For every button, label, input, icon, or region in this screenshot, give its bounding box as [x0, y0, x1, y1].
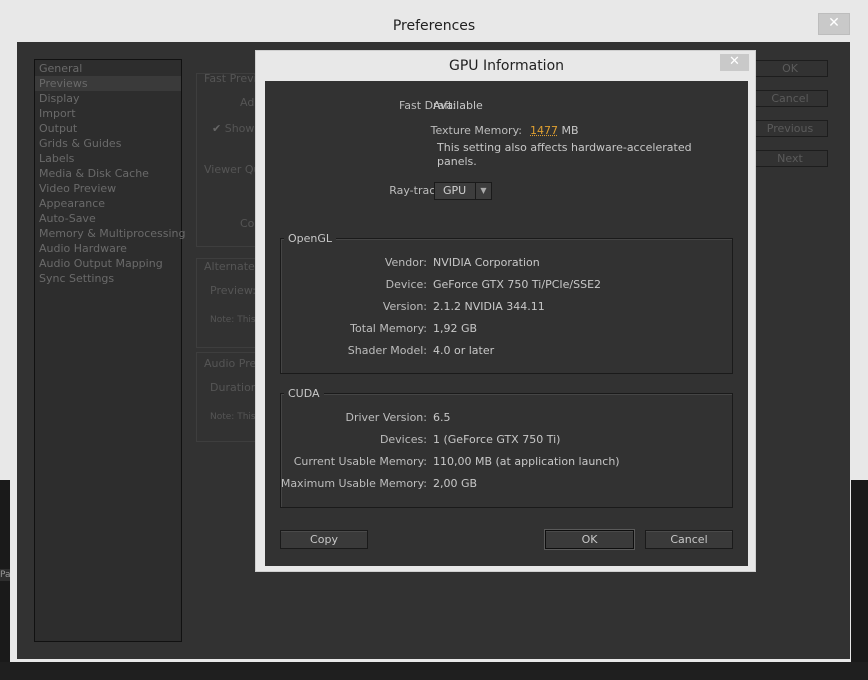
cuda-devices-value: 1 (GeForce GTX 750 Ti): [433, 433, 561, 446]
audio-duration-label: Duration: [210, 381, 258, 394]
viewer-col-label: Co: [240, 217, 255, 230]
fast-previews-label: Fast Previ: [204, 72, 257, 85]
sidebar-item-output[interactable]: Output: [39, 121, 77, 136]
opengl-total-memory-value: 1,92 GB: [433, 322, 478, 335]
cuda-driver-version-value: 6.5: [433, 411, 451, 424]
preferences-sidebar: General Previews Display Import Output G…: [34, 59, 185, 642]
sidebar-item-video-preview[interactable]: Video Preview: [39, 181, 116, 196]
sidebar-item-media-disk-cache[interactable]: Media & Disk Cache: [39, 166, 149, 181]
texture-memory-label: Texture Memory:: [430, 124, 522, 137]
fast-draft-value: Available: [433, 99, 483, 112]
background-panel-tab: Pa: [0, 569, 11, 581]
raytracing-label: Ray-tracing:: [389, 184, 456, 197]
gpu-dialog-title: GPU Information: [448, 58, 565, 74]
sidebar-item-previews[interactable]: Previews: [35, 76, 181, 91]
sidebar-item-labels[interactable]: Labels: [39, 151, 74, 166]
raytracing-select[interactable]: GPU ▼: [434, 182, 492, 200]
cuda-group-title: CUDA: [284, 387, 324, 400]
cuda-current-usable-memory-value: 110,00 MB (at application launch): [433, 455, 620, 468]
cuda-devices-label: Devices:: [379, 433, 427, 446]
audio-note: Note: This: [210, 412, 256, 422]
preferences-next-button[interactable]: Next: [752, 150, 828, 167]
opengl-version-value: 2.1.2 NVIDIA 344.11: [433, 300, 545, 313]
fast-previews-add-label: Ad: [240, 96, 255, 109]
app-bottom-edge: [0, 662, 868, 680]
ok-button[interactable]: OK: [544, 529, 635, 550]
opengl-shader-model-value: 4.0 or later: [433, 344, 495, 357]
alternate-preview-label: Preview:: [210, 284, 256, 297]
cuda-current-usable-memory-label: Current Usable Memory:: [293, 455, 427, 468]
copy-button[interactable]: Copy: [280, 530, 368, 549]
sidebar-item-memory-multiprocessing[interactable]: Memory & Multiprocessing: [39, 226, 185, 241]
texture-memory-value[interactable]: 1477: [530, 124, 558, 137]
chevron-down-icon[interactable]: ▼: [475, 183, 491, 199]
texture-memory-field[interactable]: 1477 MB: [530, 124, 579, 137]
opengl-vendor-value: NVIDIA Corporation: [433, 256, 540, 269]
raytracing-value: GPU: [443, 184, 467, 197]
opengl-vendor-label: Vendor:: [384, 256, 427, 269]
opengl-device-label: Device:: [385, 278, 427, 291]
texture-memory-note-line1: This setting also affects hardware-accel…: [437, 141, 692, 154]
sidebar-item-display[interactable]: Display: [39, 91, 80, 106]
opengl-version-label: Version:: [382, 300, 427, 313]
sidebar-item-audio-hardware[interactable]: Audio Hardware: [39, 241, 127, 256]
cancel-button[interactable]: Cancel: [645, 530, 733, 549]
sidebar-item-import[interactable]: Import: [39, 106, 76, 121]
preferences-close-button[interactable]: ✕: [818, 13, 850, 35]
gpu-dialog-close-button[interactable]: ✕: [720, 54, 749, 71]
sidebar-item-audio-output-mapping[interactable]: Audio Output Mapping: [39, 256, 163, 271]
preferences-ok-button[interactable]: OK: [752, 60, 828, 77]
sidebar-item-general[interactable]: General: [39, 61, 82, 76]
texture-memory-note-line2: panels.: [437, 155, 477, 168]
checkmark-icon: ✔: [212, 122, 222, 135]
opengl-device-value: GeForce GTX 750 Ti/PCIe/SSE2: [433, 278, 602, 291]
audio-preview-label: Audio Prev: [204, 357, 263, 370]
sidebar-item-auto-save[interactable]: Auto-Save: [39, 211, 96, 226]
sidebar-item-sync-settings[interactable]: Sync Settings: [39, 271, 114, 286]
cuda-driver-version-label: Driver Version:: [345, 411, 427, 424]
opengl-shader-model-label: Shader Model:: [347, 344, 427, 357]
sidebar-item-appearance[interactable]: Appearance: [39, 196, 105, 211]
sidebar-item-grids-guides[interactable]: Grids & Guides: [39, 136, 121, 151]
show-checkbox[interactable]: ✔ Show: [212, 122, 254, 135]
opengl-total-memory-label: Total Memory:: [350, 322, 427, 335]
app-right-edge: [851, 480, 868, 680]
preferences-previous-button[interactable]: Previous: [752, 120, 828, 137]
opengl-group-title: OpenGL: [284, 232, 337, 245]
alternate-label: Alternate: [204, 260, 255, 273]
cuda-maximum-usable-memory-value: 2,00 GB: [433, 477, 478, 490]
cuda-maximum-usable-memory-label: Maximum Usable Memory:: [280, 477, 427, 490]
preferences-title: Preferences: [392, 18, 476, 34]
show-checkbox-label: Show: [224, 122, 255, 135]
viewer-quality-label: Viewer Qu: [204, 163, 261, 176]
preferences-cancel-button[interactable]: Cancel: [752, 90, 828, 107]
alternate-note: Note: This: [210, 315, 256, 325]
texture-memory-unit: MB: [561, 124, 579, 137]
